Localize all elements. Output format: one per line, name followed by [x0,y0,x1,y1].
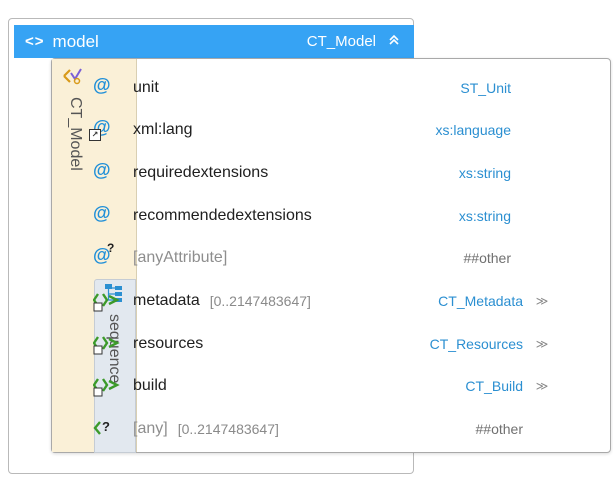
attribute-icon: @ [93,75,111,95]
element-type[interactable]: CT_Resources [430,336,523,352]
element-cardinality: [0..2147483647] [209,293,311,309]
attribute-row-recommendedextensions[interactable]: @ recommendedextensions xs:string [93,199,553,233]
expand-icon[interactable]: ≫ [531,379,553,393]
element-row-resources[interactable]: resources CT_Resources ≫ [92,327,553,361]
attribute-type[interactable]: xs:string [459,165,511,181]
element-type[interactable]: CT_Metadata [438,293,523,309]
element-name: model [52,31,99,51]
attribute-type: ##other [463,250,511,266]
element-name: metadata [133,292,200,309]
attribute-name: unit [133,79,159,96]
attribute-type[interactable]: xs:language [435,122,511,138]
attribute-name: requiredextensions [133,164,269,181]
attribute-row-unit[interactable]: @ unit ST_Unit [93,71,553,105]
expand-icon[interactable]: ≫ [531,337,553,351]
attribute-row-any-attribute[interactable]: @? [anyAttribute] ##other [93,241,553,275]
element-type: ##other [475,421,523,437]
element-type[interactable]: CT_Model [307,33,376,50]
attribute-type[interactable]: ST_Unit [460,80,511,96]
element-name: resources [133,335,204,352]
element-cardinality: [0..2147483647] [177,421,279,437]
model-element-header[interactable]: <> model CT_Model [14,25,414,58]
complex-type-label: CT_Model [67,97,84,171]
element-icon: <> [25,33,45,50]
attribute-name: xml:lang [133,121,193,138]
attribute-icon: @ [93,160,111,180]
attribute-row-xml-lang[interactable]: @ ↗ xml:lang xs:language [89,113,553,147]
element-row-build[interactable]: build CT_Build ≫ [92,369,553,403]
element-type[interactable]: CT_Build [465,378,523,394]
svg-text:?: ? [102,419,110,434]
element-row-metadata[interactable]: metadata [0..2147483647] CT_Metadata ≫ [92,284,553,318]
expand-icon[interactable]: ≫ [531,294,553,308]
element-reference-icon [92,333,123,355]
attribute-type[interactable]: xs:string [459,208,511,224]
attribute-name: [anyAttribute] [133,249,228,266]
attribute-icon: @ [93,203,111,223]
element-reference-icon [92,290,123,312]
attribute-row-requiredextensions[interactable]: @ requiredextensions xs:string [93,156,553,190]
element-reference-icon [92,375,123,397]
collapse-icon[interactable] [388,34,400,49]
any-attribute-icon: @? [93,241,115,265]
complex-type-icon [62,67,84,90]
attribute-reference-icon: @ ↗ [89,117,123,141]
any-element-icon: ? [93,418,123,440]
element-name: [any] [133,420,168,437]
element-name: build [133,377,167,394]
attribute-name: recommendedextensions [133,207,312,224]
element-row-any[interactable]: ? [any] [0..2147483647] ##other [93,412,553,446]
